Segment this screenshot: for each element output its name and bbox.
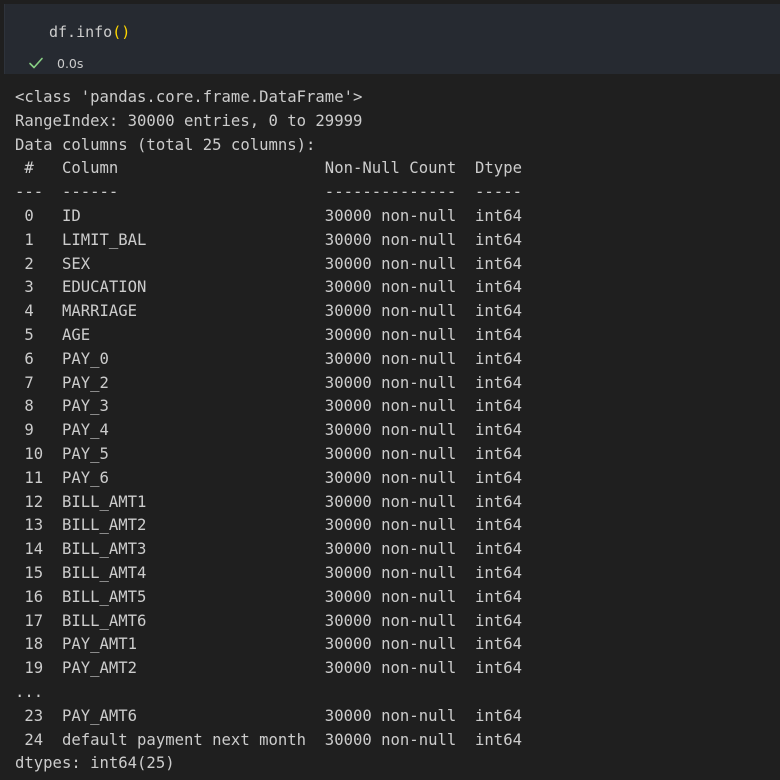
output-line: 9 PAY_4 30000 non-null int64 [15,421,522,440]
output-line: 13 BILL_AMT2 30000 non-null int64 [15,516,522,535]
notebook-cell: df.info() 0.0s <class 'pandas.core.frame… [0,0,780,780]
output-line: 1 LIMIT_BAL 30000 non-null int64 [15,230,522,249]
output-line: 15 BILL_AMT4 30000 non-null int64 [15,563,522,582]
output-line: 18 PAY_AMT1 30000 non-null int64 [15,635,522,654]
output-line: 17 BILL_AMT6 30000 non-null int64 [15,611,522,630]
output-text: <class 'pandas.core.frame.DataFrame'> Ran… [15,86,522,776]
output-line: # Column Non-Null Count Dtype [15,159,522,178]
output-line: 4 MARRIAGE 30000 non-null int64 [15,302,522,321]
code-input-area[interactable]: df.info() 0.0s [4,4,780,74]
code-parentheses: () [112,23,131,41]
output-line: ... [15,682,44,701]
output-line: 6 PAY_0 30000 non-null int64 [15,349,522,368]
output-line: 8 PAY_3 30000 non-null int64 [15,397,522,416]
output-line: RangeIndex: 30000 entries, 0 to 29999 [15,111,363,130]
output-line: dtypes: int64(25) [15,754,175,773]
check-icon [27,54,45,72]
output-line: Data columns (total 25 columns): [15,135,316,154]
output-line: --- ------ -------------- ----- [15,183,522,202]
cell-output: <class 'pandas.core.frame.DataFrame'> Ran… [0,76,780,780]
execution-time: 0.0s [57,55,84,71]
output-line: 24 default payment next month 30000 non-… [15,730,522,749]
output-line: 23 PAY_AMT6 30000 non-null int64 [15,706,522,725]
output-line: 19 PAY_AMT2 30000 non-null int64 [15,659,522,678]
code-line[interactable]: df.info() [49,22,130,42]
output-line: 11 PAY_6 30000 non-null int64 [15,468,522,487]
output-line: 3 EDUCATION 30000 non-null int64 [15,278,522,297]
output-line: 5 AGE 30000 non-null int64 [15,325,522,344]
output-line: 12 BILL_AMT1 30000 non-null int64 [15,492,522,511]
output-line: 10 PAY_5 30000 non-null int64 [15,444,522,463]
output-line: 7 PAY_2 30000 non-null int64 [15,373,522,392]
output-line: <class 'pandas.core.frame.DataFrame'> [15,88,363,106]
output-line: 2 SEX 30000 non-null int64 [15,254,522,273]
execution-status: 0.0s [27,52,83,74]
output-line: 0 ID 30000 non-null int64 [15,206,522,225]
code-text: df.info [49,23,113,41]
output-line: 14 BILL_AMT3 30000 non-null int64 [15,540,522,559]
output-line: 16 BILL_AMT5 30000 non-null int64 [15,587,522,606]
